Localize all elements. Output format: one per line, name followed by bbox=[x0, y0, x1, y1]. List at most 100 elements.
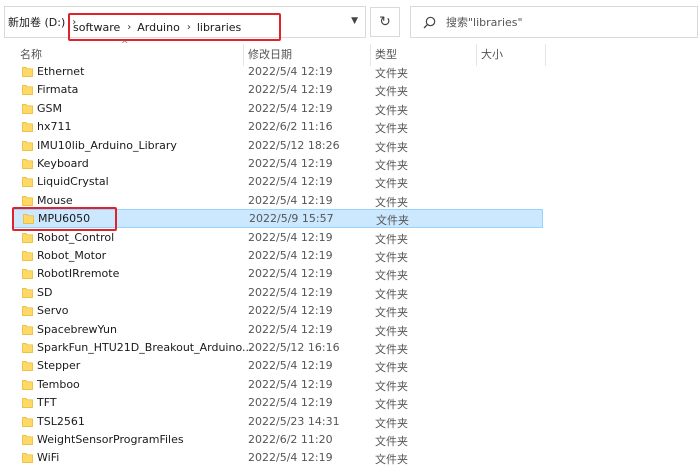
folder-icon bbox=[22, 103, 33, 114]
file-row[interactable]: Firmata 2022/5/4 12:19 文件夹 bbox=[0, 80, 700, 98]
breadcrumb-software[interactable]: software bbox=[73, 21, 120, 34]
file-date: 2022/5/4 12:19 bbox=[248, 101, 333, 115]
file-row[interactable]: hx711 2022/6/2 11:16 文件夹 bbox=[0, 117, 700, 135]
address-toolbar: 新加卷 (D:) › software › Arduino › librarie… bbox=[0, 0, 700, 42]
file-name: Keyboard bbox=[37, 157, 89, 170]
folder-icon bbox=[22, 269, 33, 280]
file-name: WeightSensorProgramFiles bbox=[37, 433, 184, 446]
file-name: SD bbox=[37, 285, 53, 299]
address-bar[interactable]: 新加卷 (D:) › software › Arduino › librarie… bbox=[4, 6, 366, 41]
file-row[interactable]: Robot_Motor 2022/5/4 12:19 文件夹 bbox=[0, 246, 700, 264]
file-row[interactable]: Stepper 2022/5/4 12:19 文件夹 bbox=[0, 356, 700, 374]
refresh-icon: ↻ bbox=[379, 14, 391, 30]
file-type: 文件夹 bbox=[375, 140, 408, 154]
file-date: 2022/5/9 15:57 bbox=[249, 212, 334, 226]
file-name: SparkFun_HTU21D_Breakout_Arduino... bbox=[37, 341, 253, 354]
file-date: 2022/5/4 12:19 bbox=[248, 193, 333, 207]
breadcrumb-libraries[interactable]: libraries bbox=[197, 21, 241, 34]
folder-icon bbox=[22, 343, 33, 353]
file-row[interactable]: RobotIRremote 2022/5/4 12:19 文件夹 bbox=[0, 264, 700, 282]
folder-icon bbox=[22, 232, 33, 243]
column-name[interactable]: 名称 bbox=[20, 46, 42, 62]
folder-icon bbox=[22, 122, 33, 133]
column-size[interactable]: 大小 bbox=[481, 46, 503, 62]
file-date: 2022/5/23 14:31 bbox=[248, 414, 340, 428]
file-type: 文件夹 bbox=[375, 67, 408, 80]
file-type: 文件夹 bbox=[375, 287, 408, 301]
file-row[interactable]: SpacebrewYun 2022/5/4 12:19 文件夹 bbox=[0, 320, 700, 338]
file-name: Temboo bbox=[37, 377, 80, 391]
file-type: 文件夹 bbox=[375, 416, 408, 430]
file-date: 2022/5/4 12:19 bbox=[248, 304, 333, 318]
file-type: 文件夹 bbox=[375, 177, 408, 191]
folder-icon bbox=[22, 67, 33, 77]
file-name: hx711 bbox=[37, 120, 72, 134]
folder-icon bbox=[22, 306, 33, 317]
file-row[interactable]: WeightSensorProgramFiles 2022/6/2 11:20 文件… bbox=[0, 430, 700, 448]
file-type: 文件夹 bbox=[375, 195, 408, 209]
file-name: Stepper bbox=[37, 359, 81, 373]
file-name: LiquidCrystal bbox=[37, 175, 109, 189]
file-type: 文件夹 bbox=[375, 251, 408, 264]
search-input[interactable]: 搜索"libraries" bbox=[410, 6, 698, 38]
folder-icon bbox=[22, 398, 33, 409]
folder-icon bbox=[22, 324, 33, 335]
folder-icon bbox=[22, 159, 33, 169]
file-name: Servo bbox=[37, 304, 69, 318]
file-date: 2022/6/2 11:20 bbox=[248, 433, 333, 446]
chevron-down-icon[interactable]: ▼ bbox=[351, 16, 358, 26]
file-type: 文件夹 bbox=[375, 435, 408, 448]
file-row[interactable]: LiquidCrystal 2022/5/4 12:19 文件夹 bbox=[0, 172, 700, 190]
file-date: 2022/5/4 12:19 bbox=[248, 267, 333, 281]
file-date: 2022/5/4 12:19 bbox=[248, 285, 333, 299]
file-name: RobotIRremote bbox=[37, 267, 120, 281]
file-name: Mouse bbox=[37, 193, 73, 207]
file-date: 2022/5/4 12:19 bbox=[248, 451, 333, 465]
file-row[interactable]: Servo 2022/5/4 12:19 文件夹 bbox=[0, 301, 700, 319]
breadcrumb-chevron-icon[interactable]: › bbox=[180, 22, 197, 33]
file-row[interactable]: IMU10lib_Arduino_Library 2022/5/12 18:26 文… bbox=[0, 136, 700, 154]
file-row[interactable]: TSL2561 2022/5/23 14:31 文件夹 bbox=[0, 412, 700, 430]
file-date: 2022/5/4 12:19 bbox=[248, 230, 333, 244]
name-highlight-box bbox=[12, 207, 117, 231]
file-name: GSM bbox=[37, 101, 62, 115]
path-highlight-box: software › Arduino › libraries bbox=[68, 13, 281, 41]
file-type: 文件夹 bbox=[375, 361, 408, 375]
file-row[interactable]: Keyboard 2022/5/4 12:19 文件夹 bbox=[0, 154, 700, 172]
file-row[interactable]: GSM 2022/5/4 12:19 文件夹 bbox=[0, 99, 700, 117]
file-name: TFT bbox=[37, 396, 57, 410]
file-row[interactable]: TFT 2022/5/4 12:19 文件夹 bbox=[0, 393, 700, 411]
file-row[interactable]: SD 2022/5/4 12:19 文件夹 bbox=[0, 283, 700, 301]
folder-icon bbox=[22, 140, 33, 151]
breadcrumb-arduino[interactable]: Arduino bbox=[137, 21, 180, 34]
file-date: 2022/6/2 11:16 bbox=[248, 120, 333, 134]
file-name: Robot_Control bbox=[37, 230, 115, 244]
file-date: 2022/5/4 12:19 bbox=[248, 322, 333, 336]
file-row[interactable]: WiFi 2022/5/4 12:19 文件夹 bbox=[0, 448, 700, 466]
breadcrumb-chevron-icon[interactable]: › bbox=[120, 22, 137, 33]
file-name: TSL2561 bbox=[37, 414, 85, 428]
file-date: 2022/5/4 12:19 bbox=[248, 359, 333, 373]
file-type: 文件夹 bbox=[375, 103, 408, 117]
breadcrumb-drive[interactable]: 新加卷 (D:) bbox=[5, 14, 65, 30]
refresh-button[interactable]: ↻ bbox=[370, 7, 400, 37]
folder-icon bbox=[22, 453, 33, 464]
file-name: Ethernet bbox=[37, 65, 85, 78]
file-type: 文件夹 bbox=[375, 398, 408, 412]
folder-icon bbox=[22, 416, 33, 427]
file-date: 2022/5/4 12:19 bbox=[248, 65, 333, 78]
file-row[interactable]: SparkFun_HTU21D_Breakout_Arduino... 2022/… bbox=[0, 338, 700, 356]
folder-icon bbox=[22, 85, 33, 96]
file-date: 2022/5/12 18:26 bbox=[248, 138, 340, 152]
search-placeholder: 搜索"libraries" bbox=[446, 16, 523, 29]
file-type: 文件夹 bbox=[375, 269, 408, 283]
folder-icon bbox=[22, 251, 33, 261]
column-date[interactable]: 修改日期 bbox=[248, 46, 292, 62]
file-row[interactable]: Ethernet 2022/5/4 12:19 文件夹 bbox=[0, 62, 700, 80]
file-date: 2022/5/4 12:19 bbox=[248, 377, 333, 391]
folder-icon bbox=[22, 287, 33, 298]
file-row[interactable]: Temboo 2022/5/4 12:19 文件夹 bbox=[0, 375, 700, 393]
file-type: 文件夹 bbox=[376, 214, 409, 228]
column-type[interactable]: 类型 bbox=[375, 46, 397, 62]
search-icon bbox=[423, 16, 436, 28]
